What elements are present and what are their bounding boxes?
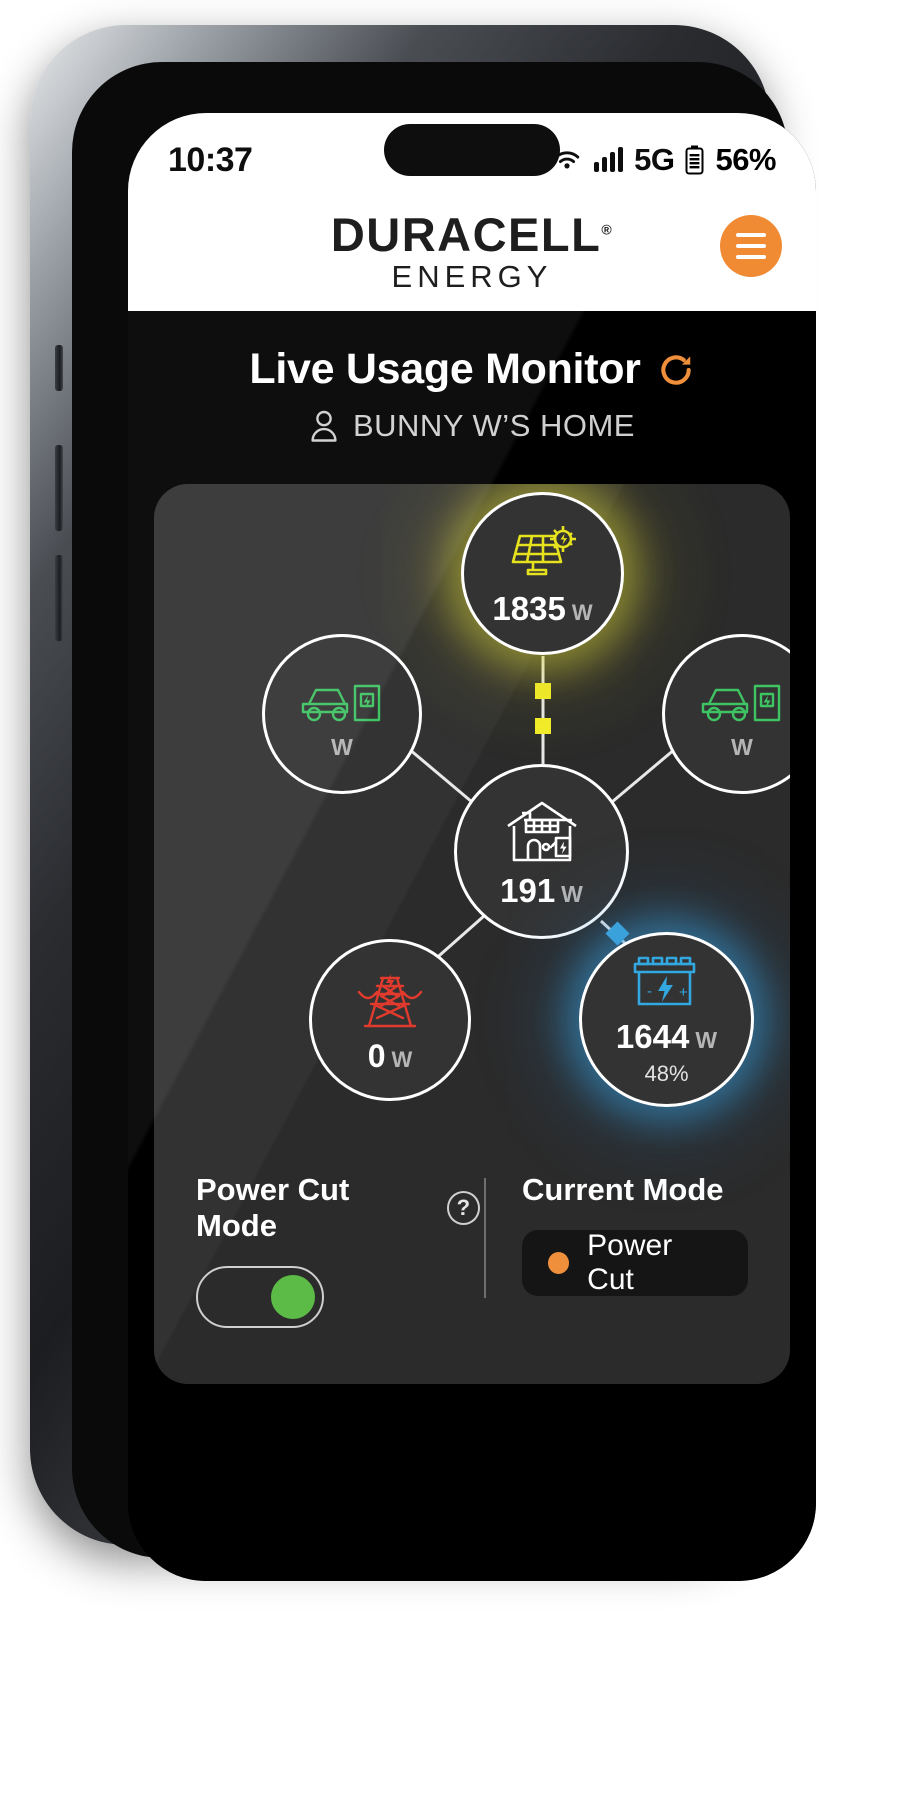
current-mode-label: Current Mode xyxy=(522,1172,724,1207)
node-solar[interactable]: 1835 W xyxy=(461,492,624,655)
phone-frame: 10:37 5G 56% DURACELL® ENERGY Live Usage… xyxy=(30,25,816,1581)
hamburger-menu-icon[interactable] xyxy=(720,215,782,277)
link-grid-home xyxy=(431,914,485,964)
battery-value: 1644 xyxy=(615,1018,690,1055)
phone-bezel: 10:37 5G 56% DURACELL® ENERGY Live Usage… xyxy=(72,62,816,1581)
node-ev-charger-left[interactable]: W xyxy=(262,634,422,794)
volume-down-button[interactable] xyxy=(55,555,63,641)
current-mode-badge[interactable]: Power Cut xyxy=(522,1229,748,1296)
grid-value-row: 0 W xyxy=(368,1034,413,1073)
phone-screen: 10:37 5G 56% DURACELL® ENERGY Live Usage… xyxy=(128,113,816,1581)
power-cut-mode-label-row: Power Cut Mode ? xyxy=(196,1172,481,1244)
ev-charger-icon xyxy=(301,684,381,721)
cellular-bars-icon xyxy=(594,147,624,172)
brand-header: DURACELL® ENERGY xyxy=(128,191,816,311)
node-battery[interactable]: - + 1644 W 48% xyxy=(579,932,754,1107)
svg-text:+: + xyxy=(679,984,688,1001)
volume-up-button[interactable] xyxy=(55,445,63,531)
ev-right-unit: W xyxy=(731,733,753,760)
refresh-icon[interactable] xyxy=(657,351,695,389)
toggle-knob xyxy=(271,1275,315,1319)
status-bar: 10:37 5G 56% xyxy=(128,113,816,191)
page-title: Live Usage Monitor xyxy=(249,345,641,393)
help-icon[interactable]: ? xyxy=(446,1191,481,1225)
solar-panel-icon xyxy=(511,525,576,575)
battery-percent-label: 56% xyxy=(715,142,776,177)
battery-soc: 48% xyxy=(644,1061,689,1086)
ev-charger-icon xyxy=(701,684,781,721)
status-time: 10:37 xyxy=(168,140,253,179)
grid-unit: W xyxy=(391,1046,413,1072)
home-label-row: BUNNY W’S HOME xyxy=(128,408,816,444)
link-evright-home xyxy=(611,747,676,804)
home-icon xyxy=(506,801,577,861)
user-icon xyxy=(311,410,337,442)
flow-marker-solar-1 xyxy=(535,683,551,699)
status-indicators: 5G 56% xyxy=(551,142,776,178)
controls-row: Power Cut Mode ? Current Mode Power Cut xyxy=(154,1172,790,1328)
solar-unit: W xyxy=(571,599,593,625)
battery-icon xyxy=(685,145,704,175)
pylon-icon xyxy=(357,973,423,1027)
page-title-row: Live Usage Monitor xyxy=(128,311,816,394)
home-unit: W xyxy=(561,880,583,907)
svg-text:-: - xyxy=(647,983,652,1000)
solar-value-row: 1835 W xyxy=(492,586,592,626)
battery-value-row: 1644 W xyxy=(616,1016,717,1054)
brand-wordmark-text: DURACELL xyxy=(330,207,602,261)
grid-value: 0 xyxy=(367,1037,386,1074)
link-evleft-home xyxy=(408,747,473,804)
registered-mark: ® xyxy=(601,220,614,237)
home-value-row: 191 W xyxy=(500,866,583,908)
home-name-label: BUNNY W’S HOME xyxy=(352,408,635,443)
controls-divider xyxy=(484,1178,486,1298)
power-cut-mode-label: Power Cut Mode xyxy=(196,1172,350,1243)
power-cut-mode-control: Power Cut Mode ? xyxy=(196,1172,481,1328)
brand-wordmark: DURACELL® xyxy=(331,211,613,258)
power-cut-mode-toggle[interactable] xyxy=(196,1266,324,1328)
ev-left-unit: W xyxy=(331,733,353,760)
solar-value: 1835 xyxy=(492,589,566,627)
current-mode-control: Current Mode Power Cut xyxy=(522,1172,748,1296)
battery-cell-icon: - + xyxy=(633,956,695,1006)
status-dot-icon xyxy=(548,1252,570,1274)
current-mode-value: Power Cut xyxy=(587,1229,673,1296)
flow-marker-solar-2 xyxy=(535,718,551,734)
home-value: 191 xyxy=(500,871,556,909)
battery-unit: W xyxy=(695,1027,718,1053)
app-body: Live Usage Monitor BUNNY W’S HOME 1835 W… xyxy=(128,311,816,1581)
brand-subtitle: ENERGY xyxy=(391,258,553,294)
node-home[interactable]: 191 W xyxy=(454,764,629,939)
node-grid[interactable]: 0 W xyxy=(309,939,471,1101)
energy-flow-card: 1835 W W W 191 W 0 W - + 1644 W 48% Powe… xyxy=(154,484,790,1384)
silent-switch[interactable] xyxy=(55,345,63,391)
dynamic-island xyxy=(384,124,560,176)
network-type-label: 5G xyxy=(634,142,675,177)
